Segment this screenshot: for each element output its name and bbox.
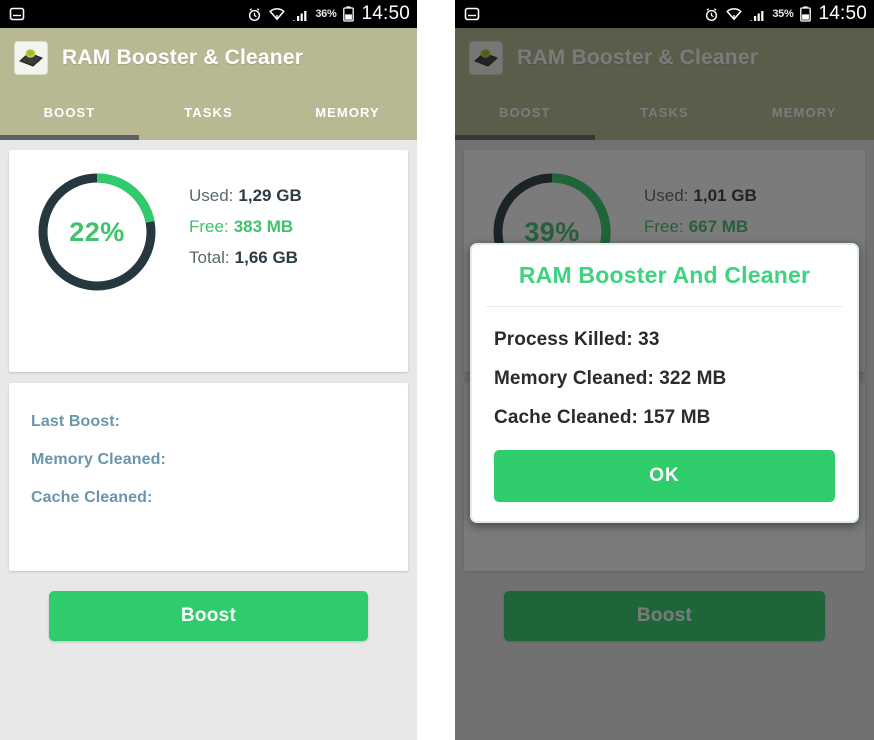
boost-button[interactable]: Boost <box>49 591 368 641</box>
tab-memory[interactable]: MEMORY <box>734 88 874 140</box>
memory-row-used: Used: 1,01 GB <box>644 186 757 206</box>
dialog-body: Process Killed: 33 Memory Cleaned: 322 M… <box>472 307 857 429</box>
app-title: RAM Booster & Cleaner <box>62 46 304 69</box>
active-tab-indicator <box>455 135 595 140</box>
memory-row-free: Free: 667 MB <box>644 217 757 237</box>
dialog-line-process-killed: Process Killed: 33 <box>494 329 660 350</box>
app-logo-icon <box>469 41 503 75</box>
tab-bar-left: BOOST TASKS MEMORY <box>0 88 417 140</box>
wifi-icon <box>726 7 743 21</box>
last-boost-card: Last Boost: Memory Cleaned: Cache Cleane… <box>9 383 408 571</box>
boost-button-area: Boost <box>9 571 408 641</box>
wifi-icon <box>269 7 286 21</box>
status-clock: 14:50 <box>818 3 867 24</box>
stat-last-boost: Last Boost: <box>31 413 121 430</box>
memory-row-value: 1,29 GB <box>238 186 302 205</box>
memory-row-value: 1,66 GB <box>234 248 298 267</box>
phone-screen-left: 36% 14:50 RAM Booster & Cleaner BOOST TA <box>0 0 417 740</box>
memory-row-value: 667 MB <box>688 217 749 236</box>
dialog-line-cache-cleaned: Cache Cleaned: 157 MB <box>494 407 711 428</box>
battery-percent-label: 35% <box>772 8 794 20</box>
message-icon <box>464 6 480 22</box>
app-bar-left: RAM Booster & Cleaner <box>0 28 417 88</box>
dialog-ok-button[interactable]: OK <box>494 450 835 502</box>
app-title: RAM Booster & Cleaner <box>517 46 759 69</box>
tab-bar-right: BOOST TASKS MEMORY <box>455 88 874 140</box>
memory-row-label: Used: <box>189 186 234 205</box>
dialog-line-memory-cleaned: Memory Cleaned: 322 MB <box>494 368 727 389</box>
signal-icon <box>292 8 308 21</box>
memory-readout-list: Used: 1,01 GB Free: 667 MB <box>644 186 757 248</box>
memory-percent-label: 22% <box>69 216 125 247</box>
battery-icon <box>800 6 812 22</box>
active-tab-indicator <box>0 135 139 140</box>
memory-row-label: Used: <box>644 186 689 205</box>
dialog-title: RAM Booster And Cleaner <box>486 245 843 307</box>
memory-row-value: 383 MB <box>233 217 294 236</box>
stat-memory-cleaned: Memory Cleaned: <box>31 451 166 468</box>
memory-row-free: Free: 383 MB <box>189 217 302 237</box>
status-clock: 14:50 <box>361 3 410 24</box>
tab-boost[interactable]: BOOST <box>0 88 139 140</box>
memory-usage-card: 22% Used: 1,29 GB Free: 383 MB Total: 1,66 … <box>9 150 408 372</box>
dialog-actions: OK <box>472 446 857 502</box>
message-icon <box>9 6 25 22</box>
status-bar-right: 35% 14:50 <box>455 0 874 28</box>
memory-row-value: 1,01 GB <box>693 186 757 205</box>
content-left: 22% Used: 1,29 GB Free: 383 MB Total: 1,66 … <box>0 140 417 641</box>
memory-readout-list: Used: 1,29 GB Free: 383 MB Total: 1,66 GB <box>189 186 302 279</box>
status-bar-left: 36% 14:50 <box>0 0 417 28</box>
memory-row-used: Used: 1,29 GB <box>189 186 302 206</box>
app-bar-right: RAM Booster & Cleaner <box>455 28 874 88</box>
memory-row-label: Free: <box>644 217 684 236</box>
battery-icon <box>343 6 355 22</box>
memory-row-label: Free: <box>189 217 229 236</box>
tab-tasks[interactable]: TASKS <box>595 88 735 140</box>
boost-button[interactable]: Boost <box>504 591 825 641</box>
alarm-icon <box>704 7 719 22</box>
memory-donut-chart: 22% <box>33 168 161 296</box>
tab-tasks[interactable]: TASKS <box>139 88 278 140</box>
tab-memory[interactable]: MEMORY <box>278 88 417 140</box>
memory-row-total: Total: 1,66 GB <box>189 248 302 268</box>
app-logo-icon <box>14 41 48 75</box>
stat-cache-cleaned: Cache Cleaned: <box>31 489 153 506</box>
memory-row-label: Total: <box>189 248 230 267</box>
phone-screen-right: 35% 14:50 RAM Booster & Cleaner BOOST TA <box>455 0 874 740</box>
tab-boost[interactable]: BOOST <box>455 88 595 140</box>
comparison-screenshot: 36% 14:50 RAM Booster & Cleaner BOOST TA <box>0 0 874 740</box>
signal-icon <box>749 8 765 21</box>
battery-percent-label: 36% <box>315 8 337 20</box>
boost-result-dialog: RAM Booster And Cleaner Process Killed: … <box>470 243 859 523</box>
alarm-icon <box>247 7 262 22</box>
boost-button-area: Boost <box>464 571 865 641</box>
